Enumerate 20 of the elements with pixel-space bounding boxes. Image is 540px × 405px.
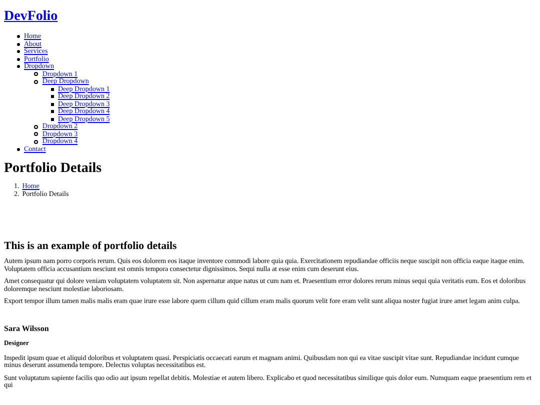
bullet-icon xyxy=(17,50,20,54)
bullet-icon xyxy=(51,110,54,114)
bullet-icon xyxy=(17,58,20,61)
bullet-icon xyxy=(34,80,38,84)
bullet-icon xyxy=(51,95,54,98)
bullet-icon xyxy=(34,132,38,136)
bullet-icon xyxy=(51,88,54,91)
bullet-icon xyxy=(34,72,38,76)
bullet-icon xyxy=(17,65,20,68)
bullet-icon xyxy=(51,118,54,121)
bullet-icon xyxy=(34,140,38,144)
section-heading: This is an example of portfolio details xyxy=(4,240,178,252)
bullet-icon xyxy=(51,102,54,106)
person-name: Sara Wilsson xyxy=(4,324,50,332)
site-logo-link[interactable]: DevFolio xyxy=(4,9,58,24)
page-title: Portfolio Details xyxy=(4,161,103,177)
bullet-icon xyxy=(17,42,20,46)
bullet-icon xyxy=(17,35,20,38)
bullet-icon xyxy=(34,124,38,129)
bullet-icon xyxy=(17,148,20,151)
